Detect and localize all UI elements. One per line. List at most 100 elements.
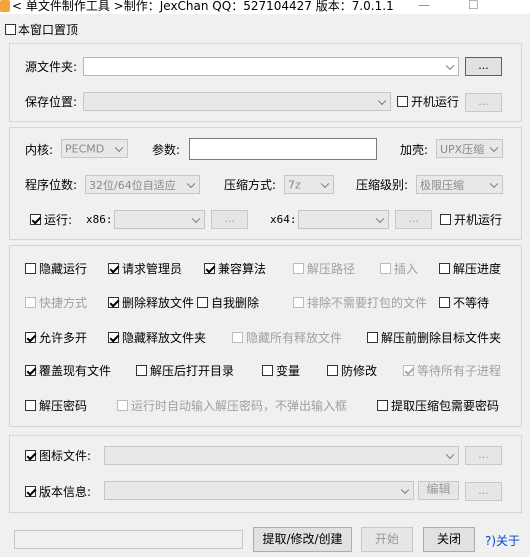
chevron-down-icon <box>320 179 330 188</box>
pin-window-checkbox[interactable] <box>5 24 16 35</box>
level-label: 压缩级别: <box>356 178 409 192</box>
edit-version-button[interactable]: 编辑 <box>418 481 459 500</box>
close-button[interactable]: 关闭 <box>423 527 475 552</box>
option-checkbox[interactable] <box>108 263 119 274</box>
app-icon <box>0 0 10 12</box>
option-label: 覆盖现有文件 <box>39 364 112 378</box>
run-startup-label: 开机运行 <box>454 213 503 227</box>
shell-select[interactable]: UPX压缩 <box>436 139 503 158</box>
option-label: 隐藏运行 <box>39 262 88 276</box>
compress-label: 压缩方式: <box>224 178 277 192</box>
option-label: 运行时自动输入解压密码，不弹出输入框 <box>131 399 348 413</box>
option-checkbox[interactable] <box>25 365 36 376</box>
x86-browse-button[interactable]: ... <box>211 210 248 229</box>
chevron-down-icon <box>445 450 455 459</box>
extract-modify-create-button[interactable]: 提取/修改/创建 <box>253 527 352 552</box>
progress-bar <box>14 530 243 549</box>
about-link[interactable]: ?)关于 <box>485 532 520 549</box>
bits-label: 程序位数: <box>25 178 78 192</box>
option-checkbox[interactable] <box>327 365 338 376</box>
x64-label: x64: <box>270 213 297 226</box>
source-folder-combo[interactable] <box>83 57 459 76</box>
pin-window-label: 本窗口置顶 <box>18 23 79 37</box>
save-location-label: 保存位置: <box>25 95 78 109</box>
option-checkbox[interactable] <box>25 263 36 274</box>
option-label: 变量 <box>276 364 301 378</box>
shell-label: 加壳: <box>400 143 429 157</box>
icon-browse-button[interactable]: ... <box>465 446 502 465</box>
x86-select[interactable] <box>114 210 205 229</box>
kernel-label: 内核: <box>25 143 54 157</box>
option-checkbox[interactable] <box>262 365 273 376</box>
option-checkbox[interactable] <box>136 365 147 376</box>
option-checkbox <box>293 297 304 308</box>
option-label: 快捷方式 <box>39 296 88 310</box>
chevron-down-icon <box>445 61 455 70</box>
chevron-down-icon <box>489 143 499 152</box>
x64-browse-button[interactable]: ... <box>395 210 432 229</box>
option-checkbox[interactable] <box>108 332 119 343</box>
option-label: 提取压缩包需要密码 <box>391 399 500 413</box>
option-label: 解压前删除目标文件夹 <box>381 331 502 345</box>
run-label: 运行: <box>44 213 73 227</box>
option-label: 插入 <box>394 262 419 276</box>
save-startup-label: 开机运行 <box>411 95 460 109</box>
option-label: 解压路径 <box>307 262 356 276</box>
compress-value: 7z <box>288 178 301 191</box>
param-label: 参数: <box>152 143 181 157</box>
bits-select[interactable]: 32位/64位自适应 <box>85 175 200 194</box>
option-checkbox <box>403 365 414 376</box>
option-label: 解压密码 <box>39 399 88 413</box>
option-label: 解压后打开目录 <box>150 364 235 378</box>
version-browse-button[interactable]: ... <box>465 482 502 501</box>
shell-value: UPX压缩 <box>440 142 485 156</box>
option-checkbox[interactable] <box>377 400 388 411</box>
option-label: 解压进度 <box>453 262 502 276</box>
run-startup-checkbox[interactable] <box>440 214 451 225</box>
option-checkbox <box>25 297 36 308</box>
option-checkbox[interactable] <box>25 400 36 411</box>
chevron-down-icon <box>191 214 201 223</box>
option-checkbox[interactable] <box>197 297 208 308</box>
option-checkbox[interactable] <box>367 332 378 343</box>
minimize-icon[interactable]: — <box>418 0 430 12</box>
version-info-checkbox[interactable] <box>25 486 36 497</box>
option-checkbox[interactable] <box>108 297 119 308</box>
compress-select[interactable]: 7z <box>284 175 334 194</box>
option-checkbox[interactable] <box>439 263 450 274</box>
chevron-down-icon <box>114 143 124 152</box>
chevron-down-icon <box>400 485 410 494</box>
option-checkbox[interactable] <box>204 263 215 274</box>
icon-file-combo[interactable] <box>104 446 459 465</box>
level-value: 极限压缩 <box>420 178 464 192</box>
option-checkbox <box>232 332 243 343</box>
option-checkbox[interactable] <box>25 332 36 343</box>
level-select[interactable]: 极限压缩 <box>416 175 503 194</box>
source-browse-button[interactable]: ... <box>465 57 502 76</box>
icon-file-checkbox[interactable] <box>25 450 36 461</box>
option-label: 自我删除 <box>211 296 260 310</box>
chevron-down-icon <box>186 179 196 188</box>
param-input[interactable] <box>189 138 377 160</box>
kernel-select[interactable]: PECMD <box>61 139 128 158</box>
icon-file-label: 图标文件: <box>39 449 92 463</box>
x64-select[interactable] <box>298 210 389 229</box>
option-label: 排除不需要打包的文件 <box>307 296 428 310</box>
chevron-down-icon <box>489 179 499 188</box>
option-label: 兼容算法 <box>218 262 267 276</box>
option-label: 删除释放文件 <box>122 296 195 310</box>
start-button[interactable]: 开始 <box>361 527 413 552</box>
title-bar: < 单文件制作工具 >制作：JexChan QQ：527104427 版本：7.… <box>0 0 530 14</box>
save-startup-checkbox[interactable] <box>397 96 408 107</box>
option-label: 隐藏释放文件夹 <box>122 331 207 345</box>
kernel-value: PECMD <box>65 142 105 155</box>
run-checkbox[interactable] <box>30 214 41 225</box>
save-browse-button[interactable]: ... <box>465 93 502 112</box>
option-label: 等待所有子进程 <box>417 364 502 378</box>
maximize-icon[interactable]: ☐ <box>468 0 479 12</box>
source-folder-label: 源文件夹: <box>25 60 78 74</box>
option-label: 防修改 <box>341 364 378 378</box>
version-info-combo[interactable] <box>104 481 414 500</box>
save-location-combo[interactable] <box>83 92 391 111</box>
option-checkbox[interactable] <box>439 297 450 308</box>
